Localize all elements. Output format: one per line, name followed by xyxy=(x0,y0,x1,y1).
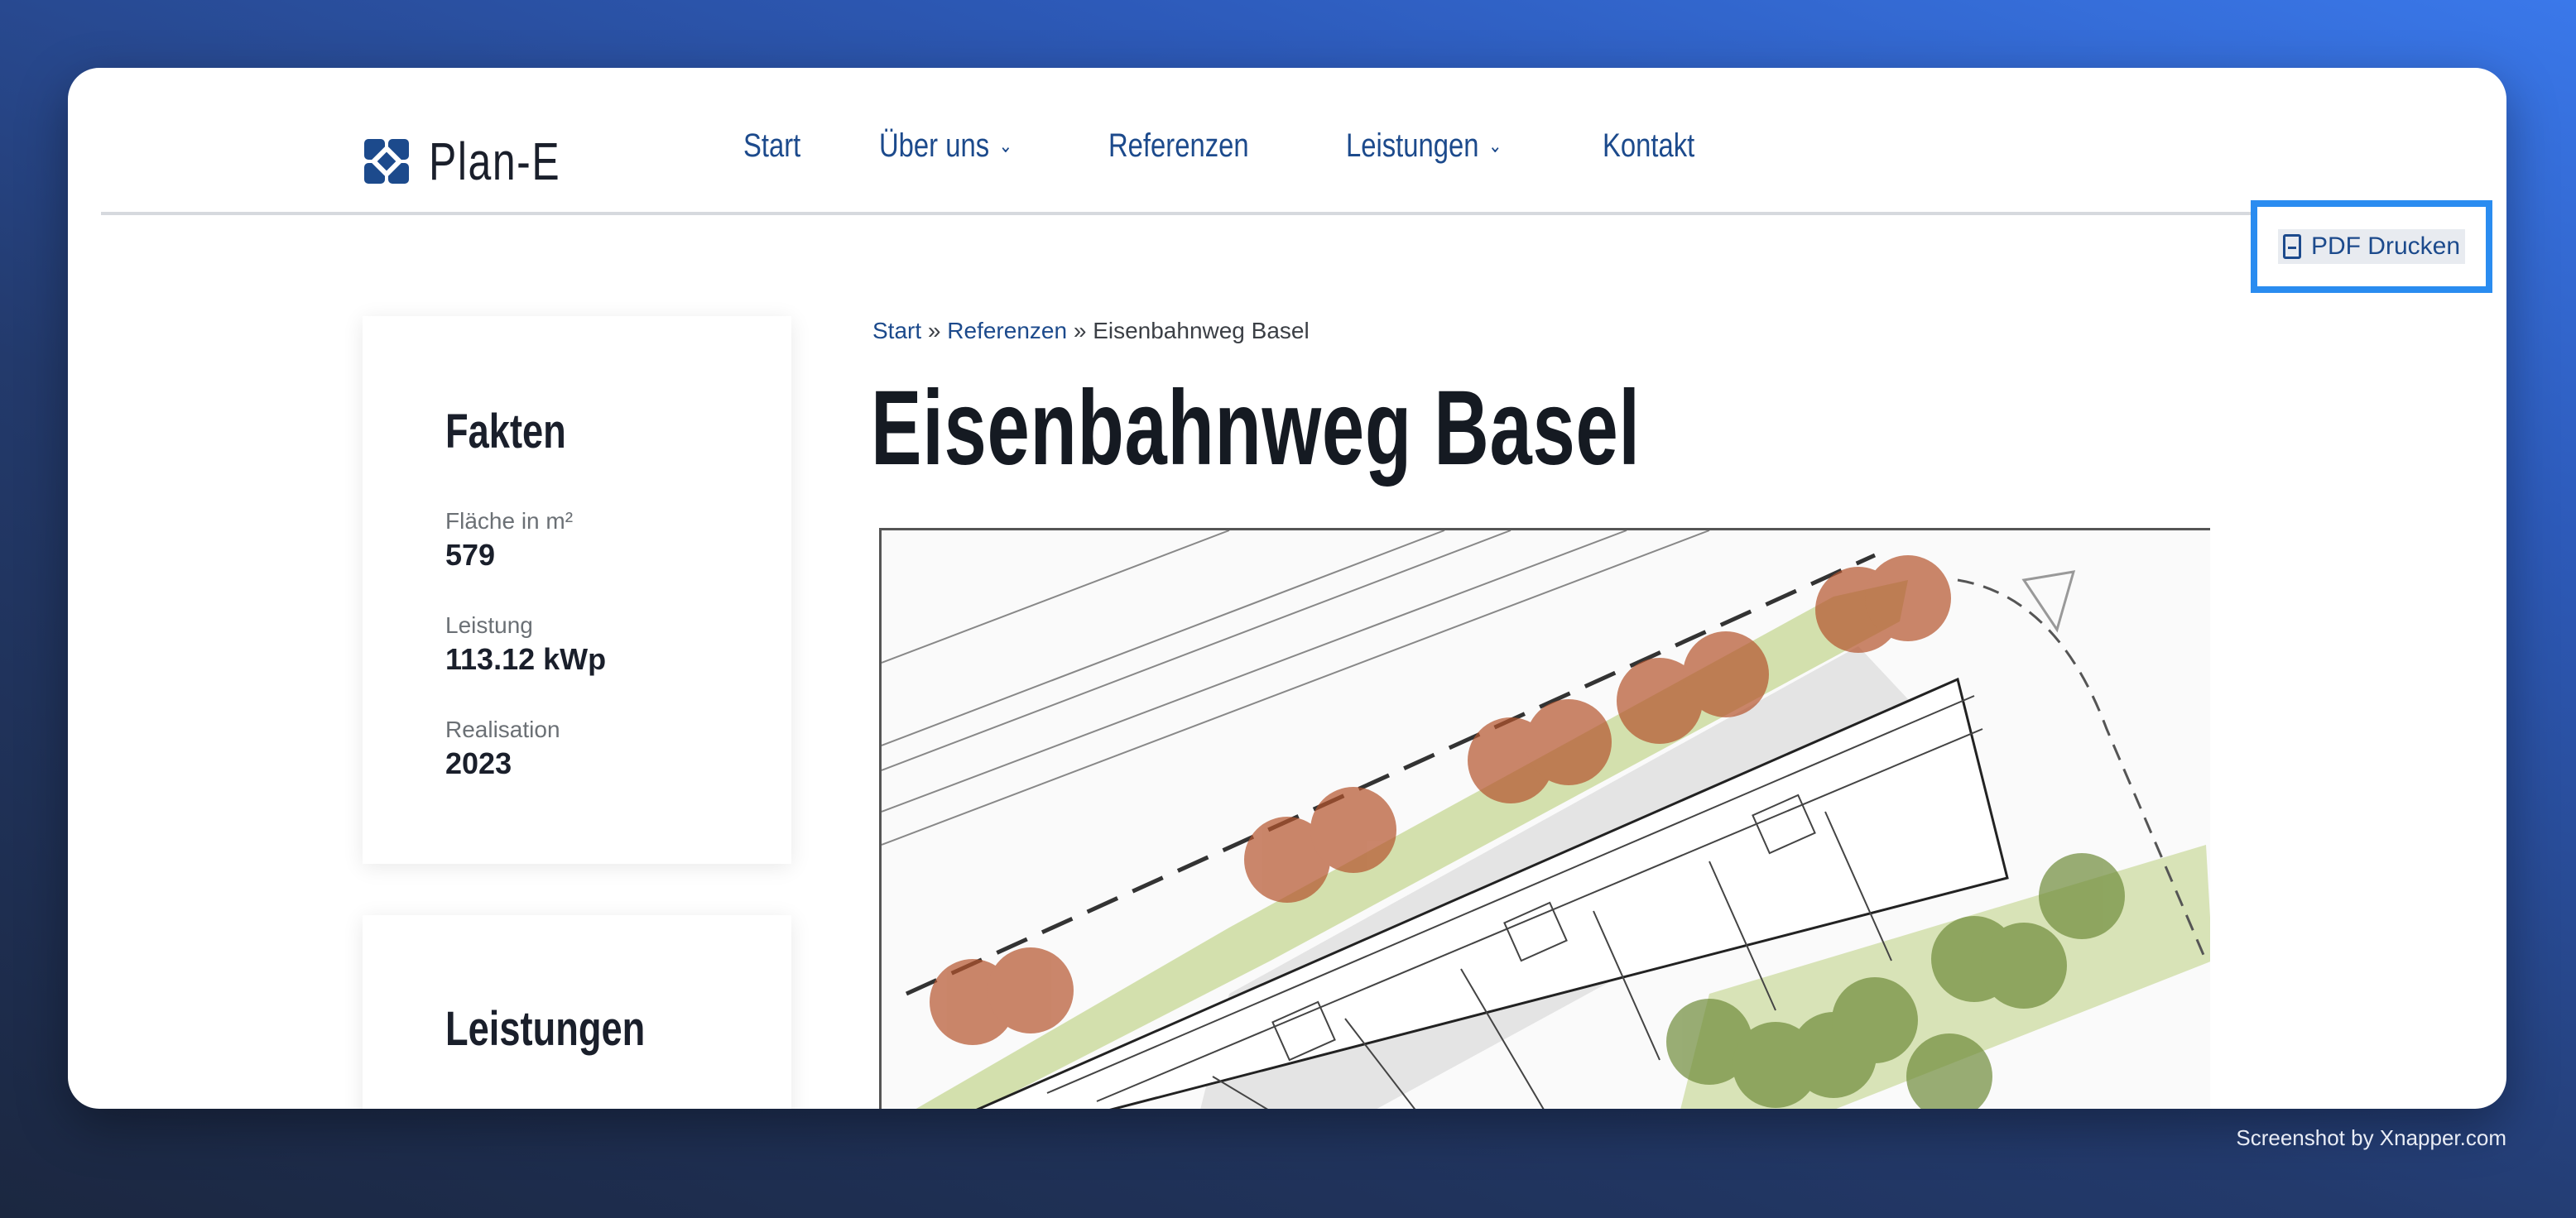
breadcrumb-separator: » xyxy=(1073,318,1087,343)
screenshot-credit: Screenshot by Xnapper.com xyxy=(2236,1125,2506,1150)
fact-value: 113.12 kWp xyxy=(445,642,607,676)
pdf-print-button-content: PDF Drucken xyxy=(2277,229,2466,264)
nav-item-ueber-uns[interactable]: Über uns ⌄ xyxy=(879,127,1012,165)
fact-power: Leistung 113.12 kWp xyxy=(445,612,606,677)
nav-item-label: Über uns xyxy=(879,127,990,164)
nav-item-start[interactable]: Start xyxy=(743,127,800,165)
nav-item-leistungen[interactable]: Leistungen ⌄ xyxy=(1346,127,1502,165)
fact-label: Fläche in m² xyxy=(445,508,574,534)
site-plan-drawing xyxy=(882,530,2210,1109)
nav-item-label: Kontakt xyxy=(1602,127,1694,164)
chevron-down-icon: ⌄ xyxy=(1487,135,1502,157)
nav-item-kontakt[interactable]: Kontakt xyxy=(1603,127,1694,165)
facts-title: Fakten xyxy=(445,405,566,458)
page-title: Eisenbahnweg Basel xyxy=(871,369,1641,487)
nav-item-label: Referenzen xyxy=(1108,127,1249,164)
breadcrumb-home-link[interactable]: Start xyxy=(872,318,921,343)
main-nav: Start Über uns ⌄ Referenzen Leistungen ⌄… xyxy=(743,127,1781,165)
logo[interactable]: Plan-E xyxy=(364,131,598,192)
site-header: Plan-E Start Über uns ⌄ Referenzen Leist… xyxy=(68,68,2506,217)
fact-area: Fläche in m² 579 xyxy=(445,508,573,573)
site-plan-image xyxy=(879,528,2210,1109)
nav-item-referenzen[interactable]: Referenzen xyxy=(1108,127,1249,165)
breadcrumb-separator: » xyxy=(927,318,941,343)
nav-item-label: Start xyxy=(743,127,801,164)
services-card: Leistungen xyxy=(363,915,791,1109)
logo-text: Plan-E xyxy=(429,132,561,191)
pdf-print-button[interactable]: PDF Drucken xyxy=(2251,200,2492,293)
breadcrumb-current: Eisenbahnweg Basel xyxy=(1093,318,1310,343)
fact-value: 2023 xyxy=(445,746,512,780)
breadcrumb-section-link[interactable]: Referenzen xyxy=(947,318,1067,343)
pdf-print-label: PDF Drucken xyxy=(2310,233,2461,260)
facts-card: Fakten Fläche in m² 579 Leistung 113.12 … xyxy=(363,316,791,864)
browser-window: Plan-E Start Über uns ⌄ Referenzen Leist… xyxy=(68,68,2506,1109)
pdf-file-icon xyxy=(2282,234,2301,259)
services-title: Leistungen xyxy=(445,1002,646,1056)
fact-value: 579 xyxy=(445,538,496,572)
header-divider xyxy=(101,212,2468,215)
nav-item-label: Leistungen xyxy=(1345,127,1479,164)
fact-label: Leistung xyxy=(445,612,533,638)
breadcrumb: Start » Referenzen » Eisenbahnweg Basel xyxy=(872,318,1310,344)
chevron-down-icon: ⌄ xyxy=(999,135,1013,157)
fact-realisation: Realisation 2023 xyxy=(445,717,560,781)
fact-label: Realisation xyxy=(445,717,560,742)
logo-mark-icon xyxy=(364,139,409,184)
